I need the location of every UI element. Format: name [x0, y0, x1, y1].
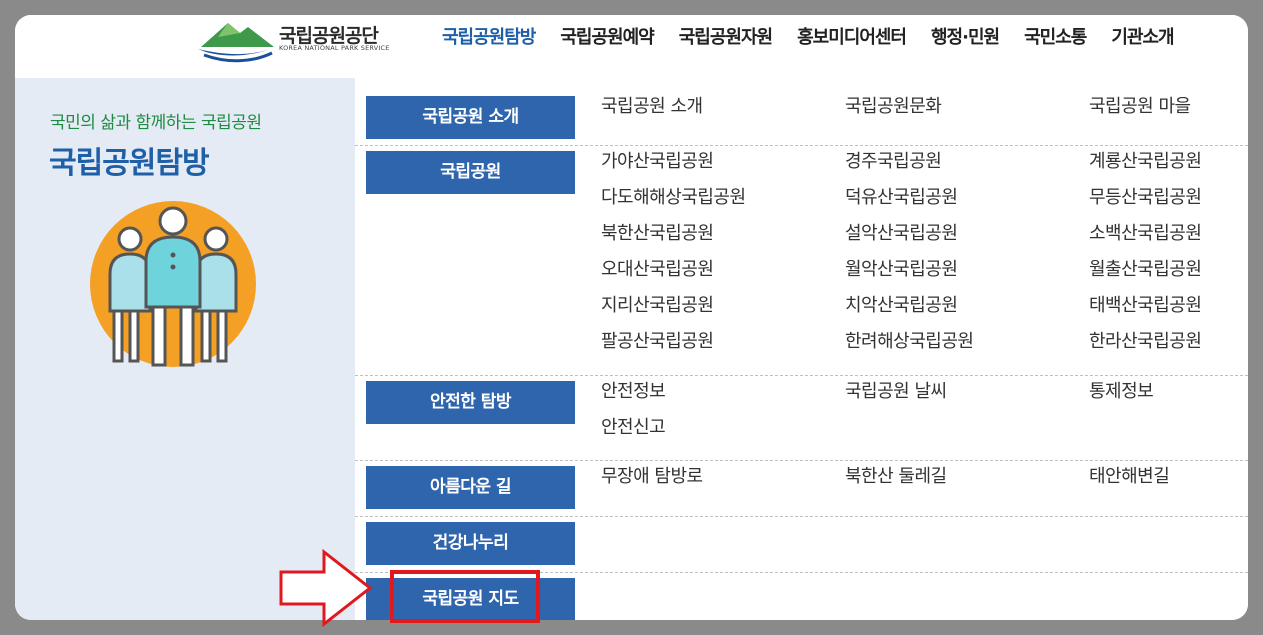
submenu-link[interactable]: 국립공원문화 — [845, 96, 942, 118]
submenu-link[interactable]: 무장애 탐방로 — [601, 466, 703, 488]
nav-item-media-center[interactable]: 홍보미디어센터 — [797, 26, 919, 50]
nav-item-communication[interactable]: 국민소통 — [1024, 26, 1099, 50]
sidebar-title: 국립공원탐방 — [49, 146, 210, 181]
submenu-link[interactable]: 무등산국립공원 — [1089, 187, 1202, 209]
menu-section-trails: 아름다운 길 무장애 탐방로 북한산 둘레길 태안해변길 — [355, 460, 1248, 517]
category-button-safety[interactable]: 안전한 탐방 — [366, 381, 575, 424]
category-button-trails[interactable]: 아름다운 길 — [366, 466, 575, 509]
submenu-link[interactable]: 덕유산국립공원 — [845, 187, 958, 209]
menu-sidebar: 국민의 삶과 함께하는 국립공원 국립공원탐방 — [15, 78, 355, 620]
site-logo[interactable]: 국립공원공단 KOREA NATIONAL PARK SERVICE — [196, 17, 416, 69]
submenu-link[interactable]: 태안해변길 — [1089, 466, 1170, 488]
submenu-link[interactable]: 통제정보 — [1089, 381, 1154, 403]
category-button-parks[interactable]: 국립공원 — [366, 151, 575, 194]
submenu-link[interactable]: 다도해해상국립공원 — [601, 187, 746, 209]
submenu-link[interactable]: 경주국립공원 — [845, 151, 942, 173]
submenu-link[interactable]: 지리산국립공원 — [601, 295, 714, 317]
submenu-link[interactable]: 한려해상국립공원 — [845, 331, 974, 353]
submenu-link[interactable]: 북한산 둘레길 — [845, 466, 947, 488]
submenu-link[interactable]: 안전신고 — [601, 417, 666, 439]
submenu-link[interactable]: 가야산국립공원 — [601, 151, 714, 173]
nav-item-administration[interactable]: 행정·민원 — [931, 26, 1012, 50]
nav-item-explore[interactable]: 국립공원탐방 — [442, 26, 548, 50]
submenu-link[interactable]: 오대산국립공원 — [601, 259, 714, 281]
site-header: 국립공원공단 KOREA NATIONAL PARK SERVICE 국립공원탐… — [15, 15, 1248, 78]
submenu-link[interactable]: 월출산국립공원 — [1089, 259, 1202, 281]
menu-section-parks: 국립공원 가야산국립공원 경주국립공원 계룡산국립공원 다도해해상국립공원 덕유… — [355, 145, 1248, 376]
menu-section-health: 건강나누리 — [355, 516, 1248, 573]
category-button-health[interactable]: 건강나누리 — [366, 522, 575, 565]
submenu-link[interactable]: 소백산국립공원 — [1089, 223, 1202, 245]
submenu-area: 국립공원 소개 국립공원 소개 국립공원문화 국립공원 마을 국립공원 가야산국… — [355, 78, 1248, 620]
global-nav: 국립공원탐방 국립공원예약 국립공원자원 홍보미디어센터 행정·민원 국민소통 … — [442, 26, 1199, 50]
menu-section-safety: 안전한 탐방 안전정보 국립공원 날씨 통제정보 안전신고 — [355, 375, 1248, 461]
category-button-intro[interactable]: 국립공원 소개 — [366, 96, 575, 139]
submenu-link[interactable]: 국립공원 날씨 — [845, 381, 947, 403]
submenu-link[interactable]: 팔공산국립공원 — [601, 331, 714, 353]
people-illustration-icon — [90, 201, 256, 367]
submenu-link[interactable]: 설악산국립공원 — [845, 223, 958, 245]
logo-subtitle: KOREA NATIONAL PARK SERVICE — [279, 44, 390, 52]
nav-item-reservation[interactable]: 국립공원예약 — [560, 26, 666, 50]
nav-item-resources[interactable]: 국립공원자원 — [679, 26, 785, 50]
submenu-link[interactable]: 국립공원 소개 — [601, 96, 703, 118]
submenu-link[interactable]: 한라산국립공원 — [1089, 331, 1202, 353]
submenu-link[interactable]: 국립공원 마을 — [1089, 96, 1191, 118]
highlight-box — [390, 570, 540, 623]
menu-section-intro: 국립공원 소개 국립공원 소개 국립공원문화 국립공원 마을 — [355, 78, 1248, 146]
submenu-link[interactable]: 안전정보 — [601, 381, 666, 403]
nav-item-about[interactable]: 기관소개 — [1111, 26, 1186, 50]
submenu-link[interactable]: 태백산국립공원 — [1089, 295, 1202, 317]
mega-menu-panel: 국립공원공단 KOREA NATIONAL PARK SERVICE 국립공원탐… — [15, 15, 1248, 620]
submenu-link[interactable]: 북한산국립공원 — [601, 223, 714, 245]
submenu-link[interactable]: 치악산국립공원 — [845, 295, 958, 317]
right-arrow-icon — [279, 548, 373, 628]
submenu-link[interactable]: 계룡산국립공원 — [1089, 151, 1202, 173]
mountain-logo-icon — [198, 23, 276, 63]
submenu-link[interactable]: 월악산국립공원 — [845, 259, 958, 281]
sidebar-subtitle: 국민의 삶과 함께하는 국립공원 — [50, 113, 262, 133]
